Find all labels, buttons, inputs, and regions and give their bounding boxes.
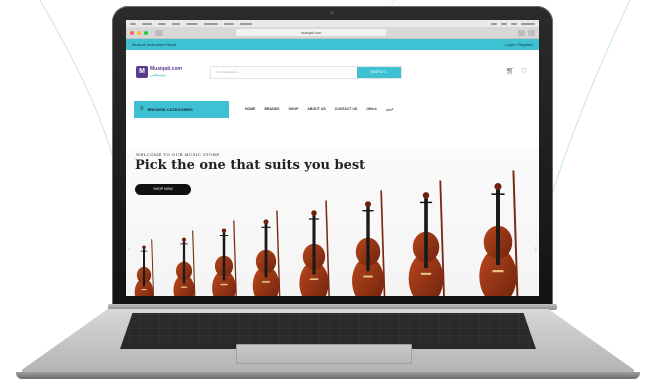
cart-icon[interactable]: 🛒︎ — [506, 68, 515, 75]
heart-icon[interactable]: ♡ — [521, 68, 527, 75]
search-input[interactable]: I'm shopping for... — [211, 67, 357, 78]
store-tagline: Musical Instrument Store — [132, 42, 177, 47]
camera — [330, 11, 334, 15]
logo-arabic: موسيقاتي — [150, 72, 167, 77]
hero-kicker: WELCOME TO OUR MUSIC STORE — [136, 152, 220, 157]
violin — [408, 180, 445, 296]
laptop-front-edge — [16, 372, 640, 379]
new-tab-icon[interactable] — [528, 29, 535, 36]
laptop-lid: musiqati.com Musical Instrument Store Lo… — [112, 6, 553, 310]
nav-item-offers[interactable]: Offers — [366, 107, 376, 111]
close-window-button[interactable] — [130, 30, 134, 35]
laptop-screen: musiqati.com Musical Instrument Store Lo… — [126, 20, 539, 296]
logo-mark: M — [136, 66, 148, 78]
back-button[interactable] — [155, 29, 163, 36]
nav-item-home[interactable]: HOME — [245, 107, 256, 111]
header-icons: 🛒︎ ♡ — [506, 68, 527, 75]
nav-menu: HOME BRANDS SHOP ABOUT US CONTACT US Off… — [245, 107, 394, 111]
violin — [173, 230, 196, 296]
violin — [299, 200, 330, 296]
site-header: M Musiqati.com موسيقاتي I'm shopping for… — [126, 50, 539, 94]
trackpad — [236, 344, 412, 364]
slider-next-icon[interactable]: › — [534, 244, 537, 253]
top-bar: Musical Instrument Store Login / Registe… — [126, 39, 539, 50]
minimize-window-button[interactable] — [137, 30, 141, 35]
address-bar[interactable]: musiqati.com — [236, 29, 386, 36]
share-icon[interactable] — [518, 29, 525, 36]
nav-item-brands[interactable]: BRANDS — [265, 107, 280, 111]
browse-categories-button[interactable]: ≡ BROWSE CATEGORIES — [134, 100, 229, 118]
main-nav: ≡ BROWSE CATEGORIES HOME BRANDS SHOP ABO… — [126, 94, 539, 124]
zoom-window-button[interactable] — [144, 30, 148, 35]
login-register-link[interactable]: Login / Register — [505, 42, 533, 47]
violin — [479, 170, 519, 296]
search-bar: I'm shopping for... SEARCH ⌕ — [210, 66, 402, 79]
mac-menu-bar — [126, 20, 539, 27]
violin — [134, 239, 155, 296]
nav-item-contact[interactable]: CONTACT US — [335, 107, 358, 111]
violin — [212, 220, 237, 296]
violin — [252, 210, 281, 296]
violin — [352, 190, 386, 296]
shop-now-button[interactable]: SHOP NOW — [135, 184, 191, 195]
site-logo[interactable]: M Musiqati.com موسيقاتي — [136, 66, 182, 78]
nav-item-arabic[interactable]: عربي — [386, 107, 394, 111]
menu-icon: ≡ — [140, 106, 144, 112]
search-button[interactable]: SEARCH ⌕ — [357, 67, 401, 78]
hero-title: Pick the one that suits you best — [135, 158, 366, 173]
hero-banner: WELCOME TO OUR MUSIC STORE Pick the one … — [126, 148, 539, 296]
nav-item-shop[interactable]: SHOP — [288, 107, 298, 111]
browser-toolbar: musiqati.com — [126, 27, 539, 39]
slider-prev-icon[interactable]: ‹ — [128, 244, 131, 253]
nav-item-about[interactable]: ABOUT US — [307, 107, 325, 111]
